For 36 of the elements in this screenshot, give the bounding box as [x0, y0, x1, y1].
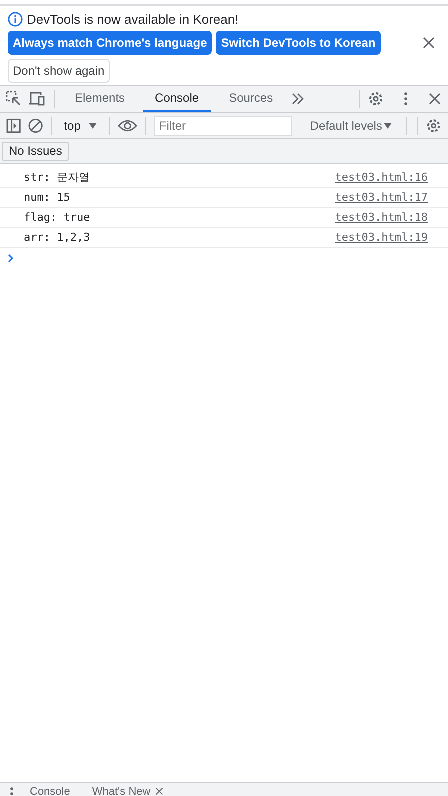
panel-tab[interactable]: Sources	[217, 86, 286, 112]
source-link[interactable]: test03.html:18	[335, 211, 428, 224]
log-message: str: 문자열	[24, 170, 92, 185]
levels-dropdown[interactable]: Default levels	[304, 118, 398, 134]
log-message: num: 15	[24, 191, 72, 204]
close-icon[interactable]	[422, 36, 436, 50]
more-tabs-icon[interactable]	[291, 93, 306, 105]
caret-icon	[88, 122, 97, 128]
issues-button[interactable]: No Issues	[2, 142, 70, 160]
log-message: arr: 1,2,3	[24, 231, 92, 244]
source-link[interactable]: test03.html:16	[335, 171, 428, 184]
settings-icon[interactable]	[368, 91, 384, 107]
info-icon	[8, 12, 23, 27]
infobar-button[interactable]: Switch DevTools to Korean	[216, 31, 381, 55]
caret-icon	[384, 122, 392, 128]
tab-close-icon[interactable]	[154, 787, 164, 796]
clear-icon[interactable]	[28, 118, 44, 134]
sidebar-icon[interactable]	[6, 118, 22, 134]
close-icon[interactable]	[428, 92, 442, 106]
dont-show-button[interactable]: Don't show again	[8, 59, 110, 83]
log-message: flag: true	[24, 211, 92, 224]
device-icon[interactable]	[28, 91, 46, 107]
settings-icon[interactable]	[426, 118, 442, 134]
infobar-button[interactable]: Always match Chrome's language	[8, 31, 212, 55]
source-link[interactable]: test03.html:17	[335, 191, 428, 204]
infobar-message: DevTools is now available in Korean!	[27, 12, 239, 27]
source-link[interactable]: test03.html:19	[335, 231, 428, 244]
panel-tab[interactable]: Elements	[63, 86, 138, 112]
filter-field[interactable]: Filter	[154, 116, 292, 136]
eye-icon[interactable]	[118, 118, 138, 132]
prompt-icon[interactable]	[8, 254, 14, 262]
drawer-tab[interactable]: What's New	[86, 787, 170, 796]
more-icon[interactable]	[404, 92, 408, 106]
drawer-tab[interactable]: Console	[24, 787, 76, 796]
inspect-icon[interactable]	[6, 91, 22, 107]
context-dropdown[interactable]: top	[60, 118, 101, 132]
